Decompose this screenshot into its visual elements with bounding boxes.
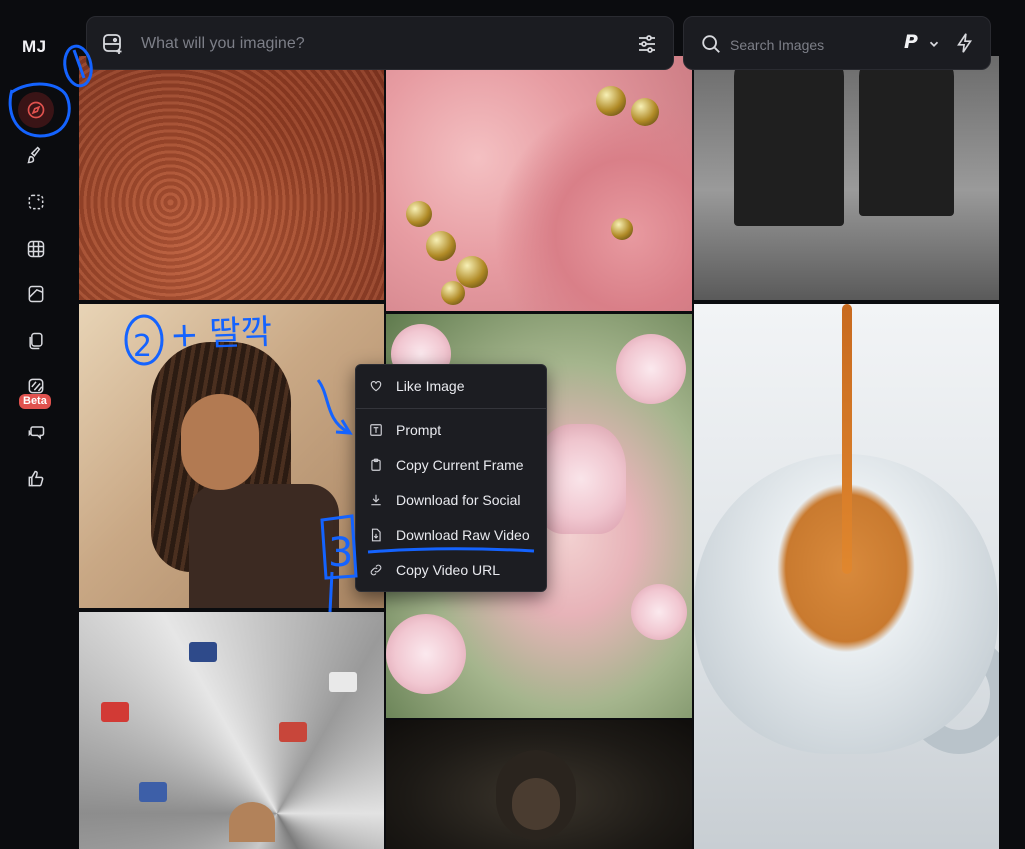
- menu-item-copy-video-url[interactable]: Copy Video URL: [356, 555, 546, 585]
- collage-chip: [279, 722, 307, 742]
- heart-icon: [370, 381, 382, 392]
- ape-face-shape: [512, 778, 560, 830]
- palette-icon: [28, 285, 44, 303]
- sidebar-item-rank[interactable]: [18, 461, 54, 497]
- copy-icon: [29, 332, 43, 350]
- menu-item-prompt[interactable]: Prompt: [356, 415, 546, 445]
- gallery-image-coffee-cup[interactable]: [694, 304, 999, 849]
- download-file-icon: [371, 528, 381, 542]
- bead-decoration: [631, 98, 659, 126]
- search-input[interactable]: [730, 35, 880, 55]
- body-shape: [189, 484, 339, 608]
- sidebar-item-edit[interactable]: [18, 184, 54, 220]
- coffee-stream: [842, 304, 852, 574]
- video-beta-icon: [28, 378, 44, 394]
- face-shape: [181, 394, 259, 490]
- menu-item-label: Copy Video URL: [396, 562, 501, 578]
- menu-item-label: Download for Social: [396, 492, 521, 508]
- gallery-image-pink-roses[interactable]: [386, 56, 692, 311]
- personalization-toggle[interactable]: P: [904, 31, 918, 53]
- sliders-icon[interactable]: [635, 32, 659, 56]
- sidebar-item-create[interactable]: [18, 137, 54, 173]
- fairy-figure: [536, 424, 626, 534]
- sidebar: MJ Beta: [0, 0, 72, 849]
- compass-icon: [27, 101, 45, 119]
- chevron-down-icon[interactable]: [927, 37, 941, 51]
- gallery-image-swirl-collage[interactable]: [79, 612, 384, 849]
- flower-decoration: [616, 334, 686, 404]
- flower-decoration: [631, 584, 687, 640]
- image-add-icon[interactable]: [101, 32, 125, 56]
- menu-item-download-raw-video[interactable]: Download Raw Video: [356, 520, 546, 550]
- bead-decoration: [441, 281, 465, 305]
- person-head: [229, 802, 275, 842]
- flower-decoration: [386, 614, 466, 694]
- menu-item-download-for-social[interactable]: Download for Social: [356, 485, 546, 515]
- menu-divider: [356, 408, 546, 409]
- link-icon: [370, 564, 382, 576]
- search-bar: P: [683, 16, 991, 70]
- collage-chip: [329, 672, 357, 692]
- bead-decoration: [596, 86, 626, 116]
- sidebar-item-organize[interactable]: [18, 231, 54, 267]
- text-icon: [370, 424, 382, 436]
- menu-item-like-image[interactable]: Like Image: [356, 371, 546, 401]
- figure-silhouette: [734, 56, 844, 226]
- gallery-image-elderly-couple[interactable]: [694, 56, 999, 300]
- context-menu: Like Image Prompt Copy Current Frame Dow…: [355, 364, 547, 592]
- beta-badge: Beta: [19, 394, 51, 409]
- gallery-image-chimpanzee[interactable]: [386, 720, 692, 849]
- edit-frame-icon: [28, 194, 44, 210]
- menu-item-label: Prompt: [396, 422, 442, 438]
- download-icon: [371, 494, 381, 506]
- sidebar-item-explore[interactable]: [18, 92, 54, 128]
- menu-item-label: Like Image: [396, 378, 465, 394]
- collage-chip: [101, 702, 129, 722]
- brush-icon: [27, 146, 41, 164]
- figure-silhouette: [859, 56, 954, 216]
- menu-item-label: Copy Current Frame: [396, 457, 524, 473]
- menu-item-label: Download Raw Video: [396, 527, 530, 543]
- search-icon: [702, 35, 720, 53]
- sidebar-item-moodboards[interactable]: [18, 323, 54, 359]
- collage-chip: [139, 782, 167, 802]
- clipboard-icon: [371, 458, 381, 471]
- thumbs-up-icon: [28, 470, 44, 487]
- sidebar-item-chat[interactable]: [18, 414, 54, 450]
- gallery-image-sand[interactable]: [79, 56, 384, 300]
- bead-decoration: [426, 231, 456, 261]
- bead-decoration: [611, 218, 633, 240]
- chat-icon: [28, 426, 45, 440]
- prompt-input[interactable]: [141, 33, 611, 55]
- app-logo[interactable]: MJ: [22, 37, 47, 57]
- bead-decoration: [406, 201, 432, 227]
- prompt-bar: [86, 16, 674, 70]
- menu-item-copy-current-frame[interactable]: Copy Current Frame: [356, 450, 546, 480]
- sidebar-item-personalize[interactable]: [18, 276, 54, 312]
- grid-icon: [27, 240, 45, 258]
- collage-chip: [189, 642, 217, 662]
- annotation-note-click: + 딸깍: [169, 312, 273, 356]
- lightning-icon[interactable]: [954, 32, 976, 54]
